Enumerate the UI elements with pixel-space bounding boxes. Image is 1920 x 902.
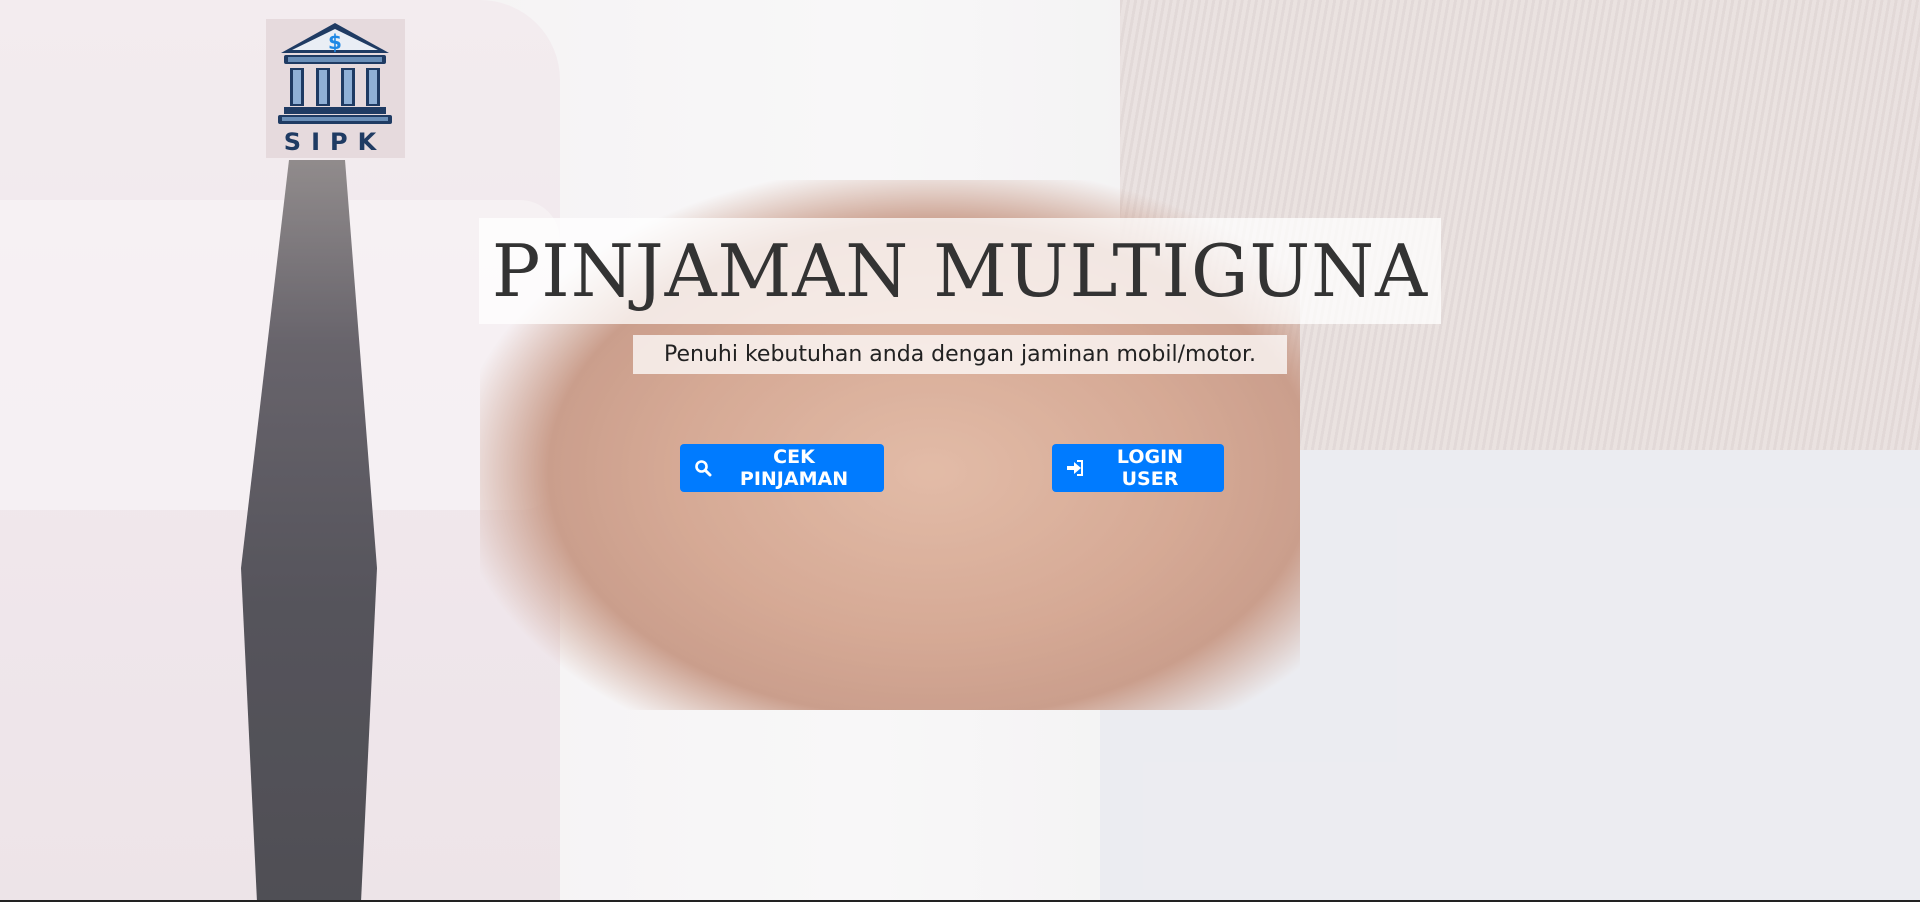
site-logo[interactable]: $ SIPK xyxy=(266,19,405,158)
logo-text: SIPK xyxy=(284,128,386,156)
sign-in-icon xyxy=(1066,459,1084,477)
cek-pinjaman-label: CEK PINJAMAN xyxy=(739,446,849,490)
cek-pinjaman-button[interactable]: CEK PINJAMAN xyxy=(680,444,884,492)
logo-dollar-sign: $ xyxy=(328,30,342,54)
search-icon xyxy=(694,459,712,477)
login-user-button[interactable]: LOGIN USER xyxy=(1052,444,1224,492)
page-title: PINJAMAN MULTIGUNA xyxy=(479,218,1441,324)
login-user-label: LOGIN USER xyxy=(1116,446,1184,490)
bank-building-icon: $ SIPK xyxy=(278,23,392,156)
page-subtitle: Penuhi kebutuhan anda dengan jaminan mob… xyxy=(633,335,1287,374)
